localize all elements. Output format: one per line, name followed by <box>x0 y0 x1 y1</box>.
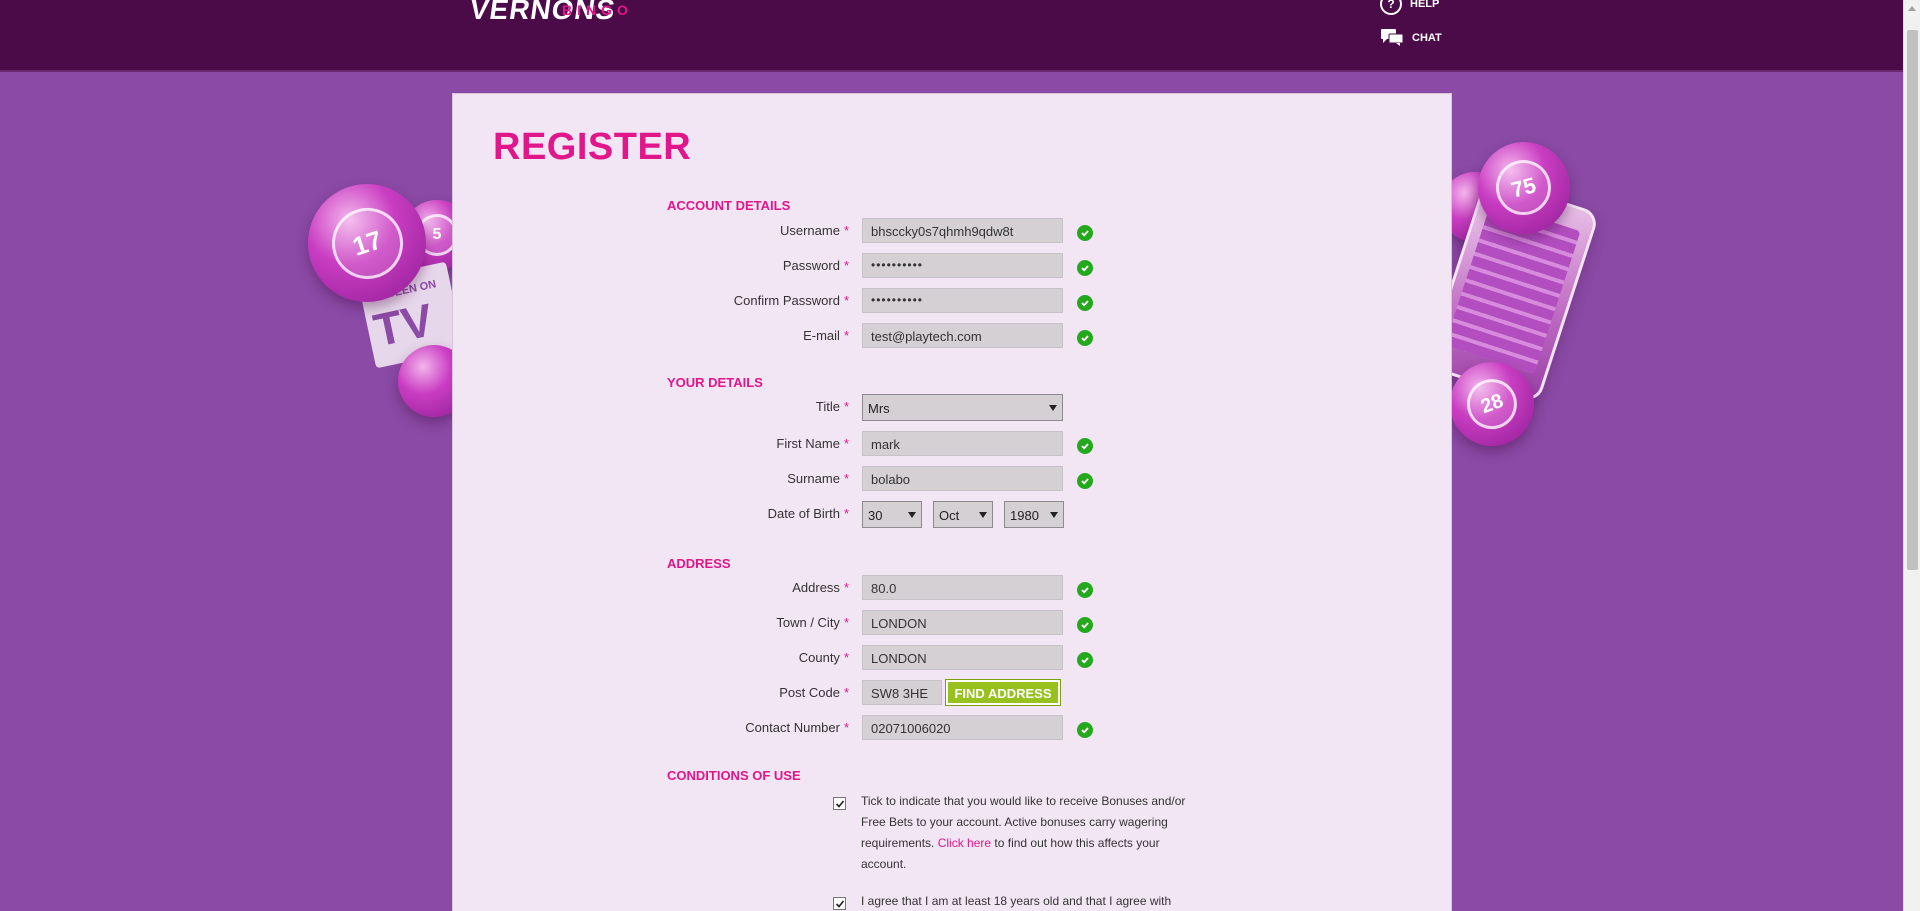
bingo-ball-decoration: 17 <box>308 184 426 302</box>
address-label: Address * <box>792 580 849 595</box>
email-label: E-mail * <box>803 328 849 343</box>
title-row: Title * Mrs <box>453 394 1453 421</box>
valid-check-icon <box>1077 582 1093 598</box>
chevron-down-icon <box>1049 405 1057 411</box>
username-label: Username * <box>779 223 849 238</box>
bingo-ball-number: 28 <box>1459 371 1525 437</box>
title-select-value: Mrs <box>868 401 890 416</box>
date-of-birth-label: Date of Birth * <box>767 506 849 521</box>
valid-check-icon <box>1077 330 1093 346</box>
county-field[interactable]: LONDON <box>862 645 1063 670</box>
surname-row: Surname * bolabo <box>453 466 1453 492</box>
postcode-field[interactable]: SW8 3HE <box>862 680 942 705</box>
help-label: HELP <box>1410 0 1440 10</box>
chevron-down-icon <box>1050 512 1058 518</box>
title-label: Title * <box>815 399 849 414</box>
help-link[interactable]: ? HELP <box>1380 0 1439 15</box>
county-label: County * <box>798 650 849 665</box>
confirm-password-row: Confirm Password * •••••••••• <box>453 288 1453 314</box>
valid-check-icon <box>1077 260 1093 276</box>
bonus-opt-in-checkbox[interactable] <box>833 797 846 810</box>
contact-number-field[interactable]: 02071006020 <box>862 715 1063 740</box>
username-field[interactable]: bhsccky0s7qhmh9qdw8t <box>862 218 1063 243</box>
surname-field[interactable]: bolabo <box>862 466 1063 491</box>
bingo-ball-number: 75 <box>1490 154 1558 222</box>
find-address-button[interactable]: FIND ADDRESS <box>945 679 1061 706</box>
bonus-opt-in-text: Tick to indicate that you would like to … <box>861 791 1191 875</box>
town-field[interactable]: LONDON <box>862 610 1063 635</box>
password-field[interactable]: •••••••••• <box>862 253 1063 278</box>
register-panel: REGISTER ACCOUNT DETAILS Username * bhscc… <box>452 93 1452 911</box>
postcode-label: Post Code * <box>779 685 849 700</box>
bingo-ball-decoration: 75 <box>1478 142 1570 234</box>
confirm-password-field[interactable]: •••••••••• <box>862 288 1063 313</box>
checkmark-icon <box>835 799 844 808</box>
first-name-label: First Name * <box>776 436 849 451</box>
section-your-details: YOUR DETAILS <box>667 375 763 390</box>
email-field[interactable]: test@playtech.com <box>862 323 1063 348</box>
chevron-down-icon <box>979 512 987 518</box>
postcode-row: Post Code * SW8 3HE FIND ADDRESS <box>453 679 1453 706</box>
logo-sub-text: BINGO <box>562 2 633 18</box>
page-scrollbar[interactable] <box>1903 0 1920 911</box>
help-icon: ? <box>1380 0 1402 15</box>
page-title: REGISTER <box>493 126 692 168</box>
email-row: E-mail * test@playtech.com <box>453 323 1453 349</box>
checkmark-icon <box>835 899 844 908</box>
chat-label: CHAT <box>1412 32 1442 44</box>
bingo-ball-decoration: 28 <box>1450 362 1534 446</box>
confirm-password-label: Confirm Password * <box>733 293 849 308</box>
valid-check-icon <box>1077 617 1093 633</box>
contact-number-row: Contact Number * 02071006020 <box>453 715 1453 741</box>
address-field[interactable]: 80.0 <box>862 575 1063 600</box>
password-label: Password * <box>782 258 849 273</box>
chat-link[interactable]: CHAT <box>1380 27 1442 49</box>
town-label: Town / City * <box>776 615 849 630</box>
chevron-down-icon <box>908 512 916 518</box>
date-of-birth-row: Date of Birth * 30 Oct 1980 <box>453 501 1453 528</box>
bingo-ball-number: 17 <box>322 198 412 288</box>
county-row: County * LONDON <box>453 645 1453 671</box>
scrollbar-thumb[interactable] <box>1907 30 1918 570</box>
click-here-link[interactable]: Click here <box>938 836 991 850</box>
valid-check-icon <box>1077 295 1093 311</box>
age-agreement-text: I agree that I am at least 18 years old … <box>861 894 1172 908</box>
first-name-row: First Name * mark <box>453 431 1453 457</box>
valid-check-icon <box>1077 438 1093 454</box>
scroll-up-icon[interactable] <box>1908 6 1916 11</box>
first-name-field[interactable]: mark <box>862 431 1063 456</box>
dob-month-select[interactable]: Oct <box>933 501 993 528</box>
town-row: Town / City * LONDON <box>453 610 1453 636</box>
section-address: ADDRESS <box>667 556 731 571</box>
age-agreement-checkbox[interactable] <box>833 897 846 910</box>
valid-check-icon <box>1077 225 1093 241</box>
title-select[interactable]: Mrs <box>862 394 1063 421</box>
password-row: Password * •••••••••• <box>453 253 1453 279</box>
chat-icon <box>1380 27 1404 50</box>
valid-check-icon <box>1077 722 1093 738</box>
top-header: VERNONS BINGO ? HELP CHAT <box>0 0 1920 72</box>
section-conditions-of-use: CONDITIONS OF USE <box>667 768 801 783</box>
valid-check-icon <box>1077 473 1093 489</box>
username-row: Username * bhsccky0s7qhmh9qdw8t <box>453 218 1453 244</box>
surname-label: Surname * <box>787 471 849 486</box>
dob-year-select[interactable]: 1980 <box>1004 501 1064 528</box>
dob-year-value: 1980 <box>1010 508 1039 523</box>
valid-check-icon <box>1077 652 1093 668</box>
dob-day-value: 30 <box>868 508 883 523</box>
address-row: Address * 80.0 <box>453 575 1453 601</box>
dob-day-select[interactable]: 30 <box>862 501 922 528</box>
vernons-bingo-logo[interactable]: VERNONS BINGO <box>468 0 650 26</box>
dob-month-value: Oct <box>939 508 960 523</box>
contact-number-label: Contact Number * <box>745 720 849 735</box>
section-account-details: ACCOUNT DETAILS <box>667 198 791 213</box>
